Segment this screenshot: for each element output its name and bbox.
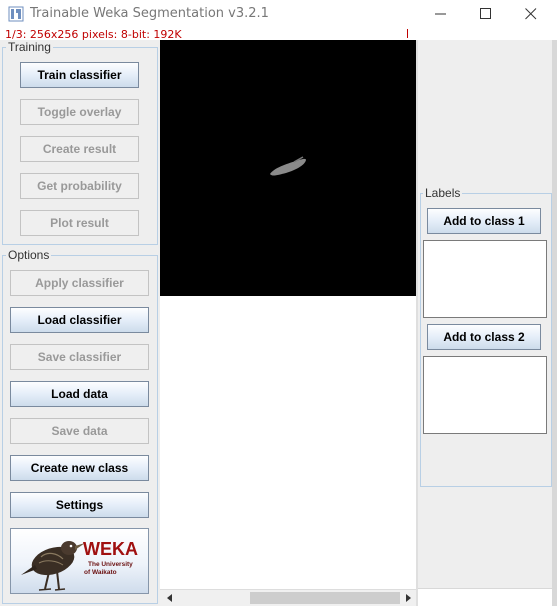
window-right-edge [552, 40, 557, 606]
settings-button[interactable]: Settings [10, 492, 149, 518]
scrollbar-thumb[interactable] [250, 592, 400, 604]
toggle-overlay-button[interactable]: Toggle overlay [20, 99, 139, 125]
right-panel: Labels Add to class 1 Add to class 2 [418, 40, 552, 588]
training-title: Training [6, 40, 53, 54]
labels-title: Labels [423, 186, 463, 200]
left-panel: Training Train classifier Toggle overlay… [0, 40, 160, 606]
app-icon [8, 6, 24, 22]
weka-bird-icon [21, 541, 85, 591]
save-classifier-button[interactable]: Save classifier [10, 344, 149, 370]
image-status-text: 1/3: 256x256 pixels: 8-bit: 192K [5, 28, 182, 41]
scroll-left-icon[interactable] [162, 590, 178, 606]
window-title: Trainable Weka Segmentation v3.2.1 [30, 6, 269, 21]
bottom-bar [418, 588, 552, 606]
plot-result-button[interactable]: Plot result [20, 210, 139, 236]
maximize-icon [480, 8, 491, 19]
image-canvas[interactable] [160, 40, 416, 296]
weka-logo-line1: The University [88, 561, 133, 568]
image-canvas-area [160, 40, 416, 589]
add-to-class-1-button[interactable]: Add to class 1 [427, 208, 541, 234]
minimize-button[interactable] [418, 0, 464, 28]
class-2-list[interactable] [423, 356, 547, 434]
create-new-class-button[interactable]: Create new class [10, 455, 149, 481]
weka-logo-text: WEKA [83, 539, 138, 559]
close-button[interactable] [508, 0, 554, 28]
apply-classifier-button[interactable]: Apply classifier [10, 270, 149, 296]
status-marker [407, 29, 408, 38]
create-result-button[interactable]: Create result [20, 136, 139, 162]
title-bar: Trainable Weka Segmentation v3.2.1 [0, 0, 557, 28]
segmented-object-icon [270, 156, 306, 176]
close-icon [525, 8, 537, 20]
class-1-list[interactable] [423, 240, 547, 318]
load-classifier-button[interactable]: Load classifier [10, 307, 149, 333]
options-title: Options [6, 248, 52, 262]
scroll-right-icon[interactable] [400, 590, 416, 606]
get-probability-button[interactable]: Get probability [20, 173, 139, 199]
weka-logo-line2: of Waikato [84, 569, 117, 576]
weka-logo-button[interactable]: WEKA The University of Waikato [10, 528, 149, 594]
horizontal-scrollbar[interactable] [160, 589, 416, 606]
save-data-button[interactable]: Save data [10, 418, 149, 444]
maximize-button[interactable] [463, 0, 509, 28]
load-data-button[interactable]: Load data [10, 381, 149, 407]
minimize-icon [435, 13, 446, 15]
add-to-class-2-button[interactable]: Add to class 2 [427, 324, 541, 350]
train-classifier-button[interactable]: Train classifier [20, 62, 139, 88]
